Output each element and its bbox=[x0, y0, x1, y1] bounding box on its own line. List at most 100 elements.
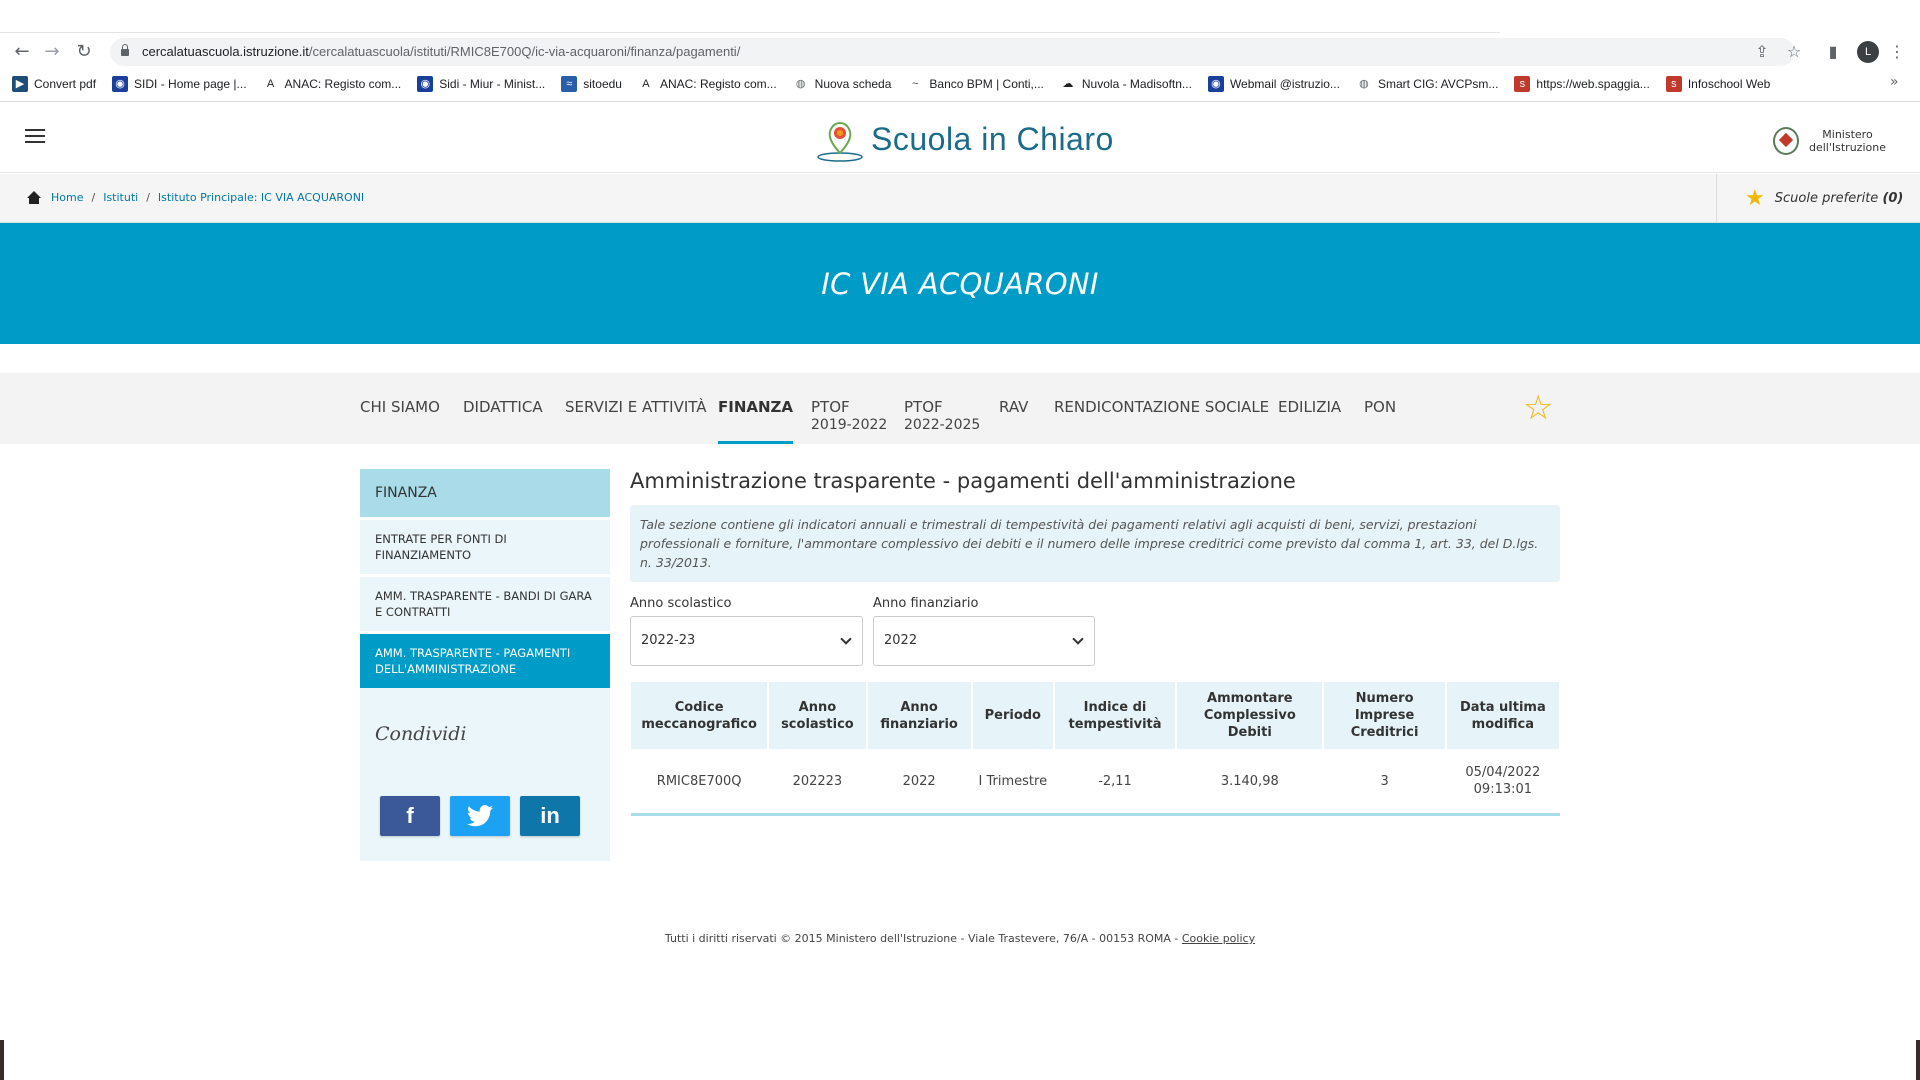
anno-finanziario-label: Anno finanziario bbox=[873, 596, 979, 611]
tab-ptof-2022-2025[interactable]: PTOF 2022-2025 bbox=[904, 398, 980, 434]
bookmark-label: Convert pdf bbox=[34, 77, 97, 91]
bookmark-item[interactable]: ◉ Sidi - Miur - Minist... bbox=[417, 74, 545, 94]
sidebar-item-pagamenti[interactable]: AMM. TRASPARENTE - PAGAMENTI DELL'AMMINI… bbox=[360, 631, 610, 688]
reload-icon[interactable]: ↻ bbox=[74, 42, 94, 62]
side-panel-icon[interactable]: ▮ bbox=[1823, 42, 1843, 62]
logo-text: Scuola in Chiaro bbox=[871, 120, 1114, 157]
bookmark-label: Sidi - Miur - Minist... bbox=[439, 77, 546, 91]
tab-servizi-attivita[interactable]: SERVIZI E ATTIVITÀ bbox=[565, 398, 707, 416]
breadcrumb-home[interactable]: Home bbox=[51, 191, 83, 204]
window-edge bbox=[1916, 1040, 1920, 1080]
linkedin-icon: in bbox=[540, 803, 560, 828]
page-title: Amministrazione trasparente - pagamenti … bbox=[630, 469, 1296, 493]
bookmark-item[interactable]: A ANAC: Registo com... bbox=[638, 74, 777, 94]
bookmark-label: ANAC: Registo com... bbox=[284, 77, 402, 91]
bookmark-label: ANAC: Registo com... bbox=[659, 77, 777, 91]
sidebar-item-bandi-gara[interactable]: AMM. TRASPARENTE - BANDI DI GARA E CONTR… bbox=[360, 574, 610, 631]
breadcrumb-separator: / bbox=[91, 191, 96, 204]
hamburger-menu-icon[interactable] bbox=[25, 129, 45, 145]
facebook-icon: f bbox=[406, 803, 414, 828]
bookmark-item[interactable]: A ANAC: Registo com... bbox=[263, 74, 402, 94]
tab-strip-divider bbox=[0, 32, 1500, 33]
twitter-share-button[interactable] bbox=[450, 796, 510, 836]
footer: Tutti i diritti riservati © 2015 Ministe… bbox=[0, 932, 1920, 945]
anac-icon: A bbox=[266, 78, 275, 90]
menu-kebab-icon[interactable]: ⋮ bbox=[1887, 42, 1907, 62]
breadcrumb-istituti[interactable]: Istituti bbox=[103, 191, 138, 204]
globe-icon: ◍ bbox=[795, 78, 806, 90]
bookmarks-bar: ▶ Convert pdf ◉ SIDI - Home page |... A ANAC:… bbox=[12, 74, 1786, 94]
share-buttons: f in bbox=[380, 796, 580, 836]
bookmark-item[interactable]: ▶ Convert pdf bbox=[12, 74, 96, 94]
tab-edilizia[interactable]: EDILIZIA bbox=[1278, 398, 1341, 416]
column-header: Anno scolastico bbox=[769, 682, 866, 749]
table-bottom-border bbox=[631, 813, 1560, 816]
cookie-policy-link[interactable]: Cookie policy bbox=[1182, 932, 1255, 945]
twitter-bird-icon bbox=[467, 805, 493, 827]
ministero-logo[interactable]: Ministero dell'Istruzione bbox=[1773, 127, 1886, 155]
favorite-star-icon[interactable]: ☆ bbox=[1523, 391, 1553, 425]
anac-icon: A bbox=[642, 78, 650, 90]
bookmark-label: Nuova scheda bbox=[814, 77, 892, 91]
tab-chi-siamo[interactable]: CHI SIAMO bbox=[360, 398, 440, 416]
url-text[interactable]: cercalatuascuola.istruzione.it/cercalatu… bbox=[142, 44, 740, 59]
spaggiari-icon: s bbox=[1514, 76, 1531, 92]
bookmark-label: Smart CIG: AVCPsm... bbox=[1377, 77, 1499, 91]
back-arrow-icon[interactable]: ← bbox=[12, 42, 32, 62]
profile-avatar[interactable]: L bbox=[1857, 41, 1879, 63]
tab-rav[interactable]: RAV bbox=[999, 398, 1028, 416]
breadcrumb: Home / Istituti / Istituto Principale: I… bbox=[27, 191, 364, 204]
map-pin-logo-icon bbox=[817, 122, 863, 162]
school-banner: IC VIA ACQUARONI bbox=[0, 223, 1920, 344]
favorite-schools-count: (0) bbox=[1882, 191, 1904, 206]
tab-pon[interactable]: PON bbox=[1364, 398, 1396, 416]
lock-icon[interactable] bbox=[120, 44, 130, 56]
bookmark-item[interactable]: s https://web.spaggia... bbox=[1514, 74, 1650, 94]
bookmark-item[interactable]: ◍ Nuova scheda bbox=[793, 74, 892, 94]
anno-finanziario-select[interactable]: 2022 bbox=[873, 616, 1095, 666]
footer-text: Tutti i diritti riservati © 2015 Ministe… bbox=[664, 932, 1182, 945]
table-cell: -2,11 bbox=[1098, 773, 1132, 789]
bookmark-label: https://web.spaggia... bbox=[1536, 77, 1650, 91]
bookmarks-overflow-icon[interactable]: » bbox=[1890, 74, 1899, 90]
table-cell: 05/04/2022 09:13:01 bbox=[1465, 765, 1541, 797]
bookmark-item[interactable]: s Infoschool Web bbox=[1665, 74, 1770, 94]
sidebar-item-entrate[interactable]: ENTRATE PER FONTI DI FINANZIAMENTO bbox=[360, 517, 610, 574]
linkedin-share-button[interactable]: in bbox=[520, 796, 580, 836]
facebook-share-button[interactable]: f bbox=[380, 796, 440, 836]
anno-scolastico-select[interactable]: 2022-23 bbox=[630, 616, 863, 666]
site-logo[interactable]: Scuola in Chiaro bbox=[815, 115, 1114, 163]
breadcrumb-bar: Home / Istituti / Istituto Principale: I… bbox=[0, 174, 1920, 223]
table-cell: RMIC8E700Q bbox=[656, 773, 742, 789]
tab-rendicontazione-sociale[interactable]: RENDICONTAZIONE SOCIALE bbox=[1054, 398, 1269, 416]
site-header: Scuola in Chiaro Ministero dell'Istruzio… bbox=[0, 103, 1920, 173]
home-icon[interactable] bbox=[27, 191, 41, 204]
tab-didattica[interactable]: DIDATTICA bbox=[463, 398, 543, 416]
ministero-label: Ministero dell'Istruzione bbox=[1809, 128, 1886, 154]
tab-finanza[interactable]: FINANZA bbox=[718, 398, 794, 444]
bookmark-star-icon[interactable]: ☆ bbox=[1784, 42, 1804, 62]
share-page-icon[interactable]: ⇪ bbox=[1752, 42, 1772, 62]
browser-toolbar: ← → ↻ cercalatuascuola.istruzione.it/cer… bbox=[0, 0, 1920, 102]
bookmark-label: SIDI - Home page |... bbox=[134, 77, 247, 91]
bookmark-item[interactable]: ~ Banco BPM | Conti,... bbox=[907, 74, 1044, 94]
main-content: Amministrazione trasparente - pagamenti … bbox=[630, 469, 1560, 816]
forward-arrow-icon[interactable]: → bbox=[42, 42, 62, 62]
sidi-icon: ◉ bbox=[112, 76, 129, 92]
table-cell: I Trimestre bbox=[978, 773, 1048, 789]
breadcrumb-current[interactable]: Istituto Principale: IC VIA ACQUARONI bbox=[158, 191, 364, 204]
info-notice: Tale sezione contiene gli indicatori ann… bbox=[630, 505, 1560, 582]
bookmark-item[interactable]: ◉ Webmail @istruzio... bbox=[1207, 74, 1340, 94]
favorite-schools-button[interactable]: ★ Scuole preferite (0) bbox=[1716, 174, 1920, 223]
convert-pdf-icon: ▶ bbox=[12, 76, 28, 92]
bookmark-item[interactable]: ◉ SIDI - Home page |... bbox=[112, 74, 247, 94]
bookmark-item[interactable]: ≈ sitoedu bbox=[561, 74, 622, 94]
bookmark-item[interactable]: ◍ Smart CIG: AVCPsm... bbox=[1356, 74, 1498, 94]
tab-ptof-2019-2022[interactable]: PTOF 2019-2022 bbox=[811, 398, 887, 434]
breadcrumb-separator: / bbox=[146, 191, 150, 204]
school-title: IC VIA ACQUARONI bbox=[821, 266, 1099, 301]
bookmark-item[interactable]: ☁ Nuvola - Madisoftn... bbox=[1060, 74, 1192, 94]
column-header: Ammontare Complessivo Debiti bbox=[1177, 682, 1323, 749]
column-header: Codice meccanografico bbox=[631, 682, 768, 749]
bookmark-label: Banco BPM | Conti,... bbox=[929, 77, 1044, 91]
